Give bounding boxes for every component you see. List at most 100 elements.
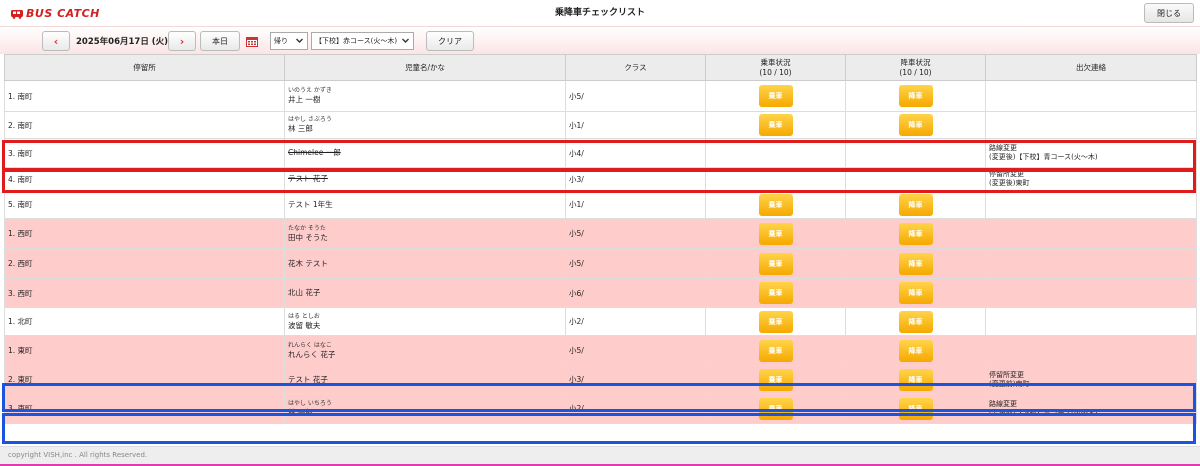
board-button[interactable]: 乗車 — [758, 310, 793, 333]
cell-class: 小1/ — [565, 111, 706, 139]
cell-board-status: 乗車 — [705, 393, 846, 424]
board-button[interactable]: 乗車 — [758, 282, 793, 304]
chevron-left-icon: ‹ — [53, 34, 59, 48]
cell-stop: 3. 東町 — [4, 393, 285, 424]
direction-select[interactable]: 帰り — [270, 32, 308, 50]
alight-button[interactable]: 降車 — [898, 282, 933, 304]
cell-contact: 路線変更 (変更後)【下校】青コース(火～木) — [985, 138, 1197, 168]
cell-student: テスト 花子 — [284, 365, 566, 394]
stop-name: 4. 南町 — [8, 174, 33, 184]
cell-student: たなか そうた 田中 そうた — [284, 218, 566, 249]
cell-class: 小2/ — [565, 393, 706, 424]
board-button[interactable]: 乗車 — [758, 222, 793, 245]
alight-button[interactable]: 降車 — [898, 252, 933, 275]
clear-button[interactable]: クリア — [426, 31, 474, 51]
table-row: 2. 東町 テスト 花子 小3/乗車 降車 停留所変更 (変更前)南町 — [4, 365, 1197, 394]
cell-stop: 4. 南町 — [4, 167, 285, 191]
cell-class: 小5/ — [565, 248, 706, 279]
cell-contact — [985, 190, 1197, 219]
board-button[interactable]: 乗車 — [758, 397, 793, 420]
class-value: 小3/ — [569, 174, 584, 184]
checklist-table: 停留所 児童名/かな クラス 乗車状況 (10 / 10) 降車状況 (10 / 1… — [4, 54, 1197, 424]
class-value: 小2/ — [569, 404, 584, 413]
board-button[interactable]: 乗車 — [758, 193, 793, 216]
cell-stop: 5. 南町 — [4, 190, 285, 219]
cell-alight-status: 降車 — [845, 80, 986, 112]
class-value: 小5/ — [569, 259, 584, 268]
today-button[interactable]: 本日 — [200, 31, 240, 51]
page-title: 乗降車チェックリスト — [554, 8, 645, 18]
alight-button[interactable]: 降車 — [898, 368, 933, 391]
student-name: 田中 そうた — [288, 232, 328, 242]
header-bar: BUS CATCH 乗降車チェックリスト 閉じる — [0, 0, 1200, 26]
alight-button[interactable]: 降車 — [898, 193, 933, 216]
student-name: れんらく 花子 — [288, 349, 336, 359]
board-button[interactable]: 乗車 — [758, 85, 793, 107]
header-board: 乗車状況 (10 / 10) — [705, 54, 846, 81]
student-name: 林 一郎 — [288, 407, 313, 417]
cell-stop: 1. 東町 — [4, 335, 285, 366]
table-row: 1. 南町 いのうえ かずき 井上 一樹 小5/乗車 降車 — [4, 80, 1197, 112]
alight-button[interactable]: 降車 — [898, 339, 933, 362]
header-stop: 停留所 — [4, 54, 285, 81]
alight-button[interactable]: 降車 — [898, 222, 933, 245]
prev-day-button[interactable]: ‹ — [42, 31, 70, 51]
cell-class: 小5/ — [565, 335, 706, 366]
cell-stop: 3. 南町 — [4, 138, 285, 168]
student-name: テスト 1年生 — [288, 199, 333, 209]
cell-class: 小5/ — [565, 218, 706, 249]
stop-name: 3. 南町 — [8, 148, 33, 158]
next-day-button[interactable]: › — [168, 31, 196, 51]
alight-button[interactable]: 降車 — [898, 85, 933, 107]
cell-class: 小6/ — [565, 278, 706, 308]
contact-notice-type: 停留所変更 — [989, 170, 1024, 178]
alight-button[interactable]: 降車 — [898, 397, 933, 420]
cell-student: れんらく はなこ れんらく 花子 — [284, 335, 566, 366]
cell-board-status: 乗車 — [705, 111, 846, 139]
table-body: 1. 南町 いのうえ かずき 井上 一樹 小5/乗車 降車 2. 南町 はやし さぶろう林 … — [4, 80, 1197, 424]
chevron-right-icon: › — [179, 34, 185, 48]
cell-class: 小4/ — [565, 138, 706, 168]
header-alight-count: (10 / 10) — [899, 67, 932, 77]
cell-student: テスト 1年生 — [284, 190, 566, 219]
table-header-row: 停留所 児童名/かな クラス 乗車状況 (10 / 10) 降車状況 (10 / 1… — [4, 54, 1197, 81]
header-board-count: (10 / 10) — [759, 67, 792, 77]
calendar-icon[interactable] — [246, 36, 258, 47]
class-value: 小4/ — [569, 148, 584, 158]
cell-contact: 停留所変更 (変更後)東町 — [985, 167, 1197, 191]
alight-button[interactable]: 降車 — [898, 310, 933, 333]
student-name: 波留 敏夫 — [288, 320, 321, 330]
board-button[interactable]: 乗車 — [758, 368, 793, 391]
student-kana: はる としお — [288, 312, 320, 320]
stop-name: 3. 東町 — [8, 404, 33, 413]
board-button[interactable]: 乗車 — [758, 252, 793, 275]
cell-class: 小2/ — [565, 307, 706, 336]
cell-board-status: 乗車 — [705, 248, 846, 279]
cell-contact: 路線変更 (変更前)【下校】青コース(火～木) — [985, 393, 1197, 424]
course-select-value: 【下校】赤コース(火～木) — [315, 37, 398, 45]
stop-name: 1. 北町 — [8, 317, 33, 326]
cell-contact — [985, 278, 1197, 308]
table-row: 1. 東町 れんらく はなこ れんらく 花子 小5/乗車 降車 — [4, 335, 1197, 366]
header-alight: 降車状況 (10 / 10) — [845, 54, 986, 81]
contact-notice-detail: (変更後)東町 — [989, 179, 1030, 187]
close-button[interactable]: 閉じる — [1144, 3, 1194, 23]
table-row: 1. 西町 たなか そうた 田中 そうた 小5/乗車 降車 — [4, 218, 1197, 249]
stop-name: 5. 南町 — [8, 200, 33, 209]
header-alight-label: 降車状況 — [900, 57, 931, 67]
contact-notice-detail: (変更前)【下校】青コース(火～木) — [989, 408, 1098, 417]
cell-contact: 停留所変更 (変更前)南町 — [985, 365, 1197, 394]
course-select[interactable]: 【下校】赤コース(火～木) — [311, 32, 414, 50]
board-button[interactable]: 乗車 — [758, 339, 793, 362]
cell-student: 北山 花子 — [284, 278, 566, 308]
table-row: 3. 南町 Chimelee 一郎 小4/路線変更 (変更後)【下校】青コース(火～木… — [4, 138, 1197, 168]
board-button[interactable]: 乗車 — [758, 114, 793, 136]
class-value: 小2/ — [569, 317, 584, 326]
alight-button[interactable]: 降車 — [898, 114, 933, 136]
contact-notice-type: 路線変更 — [989, 399, 1017, 408]
current-date: 2025年06月17日 (火) — [76, 37, 169, 47]
cell-student: はやし いちろう林 一郎 — [284, 393, 566, 424]
cell-student: Chimelee 一郎 — [284, 138, 566, 168]
direction-select-value: 帰り — [274, 37, 288, 45]
stop-name: 2. 南町 — [8, 120, 33, 130]
